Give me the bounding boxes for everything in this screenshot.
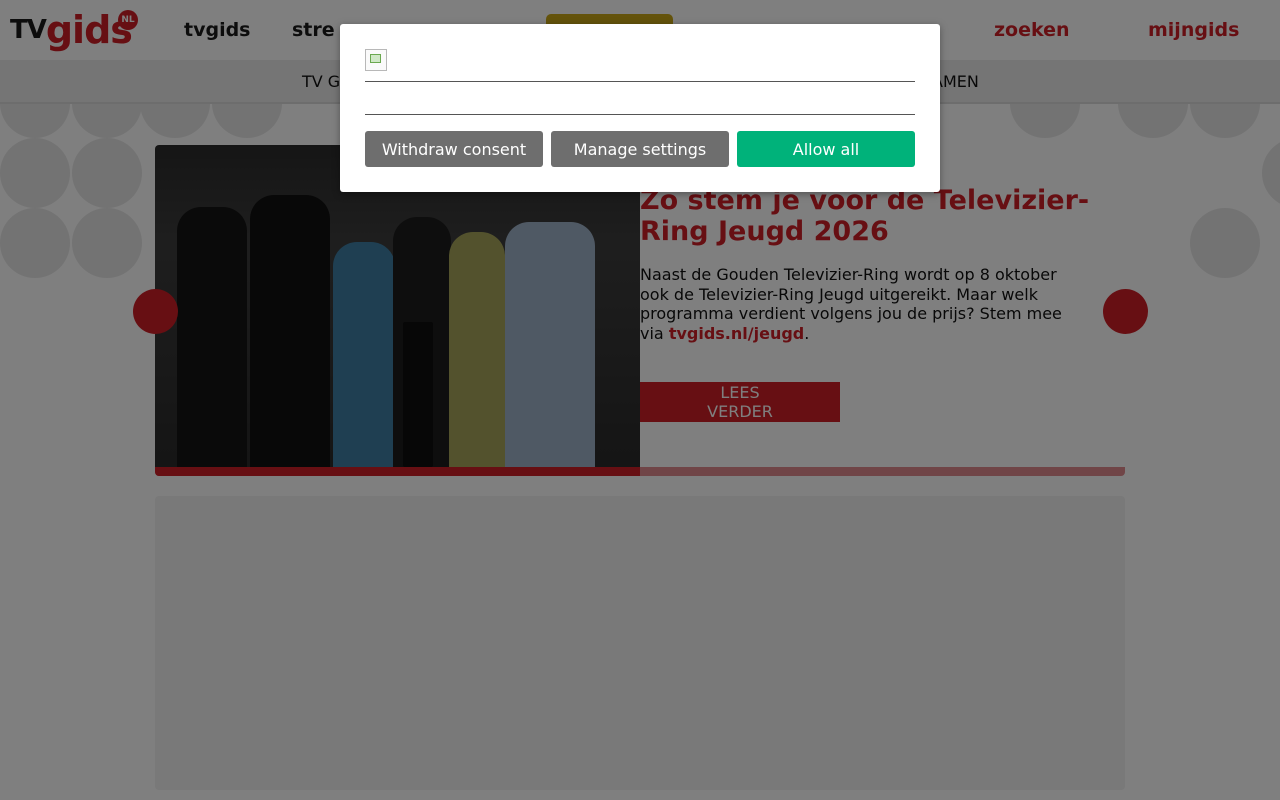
allow-all-button[interactable]: Allow all [737,131,915,167]
manage-settings-button[interactable]: Manage settings [551,131,729,167]
withdraw-consent-button[interactable]: Withdraw consent [365,131,543,167]
divider [365,114,915,115]
consent-dialog: Withdraw consent Manage settings Allow a… [340,24,940,192]
broken-image-icon [365,49,387,71]
divider [365,81,915,82]
